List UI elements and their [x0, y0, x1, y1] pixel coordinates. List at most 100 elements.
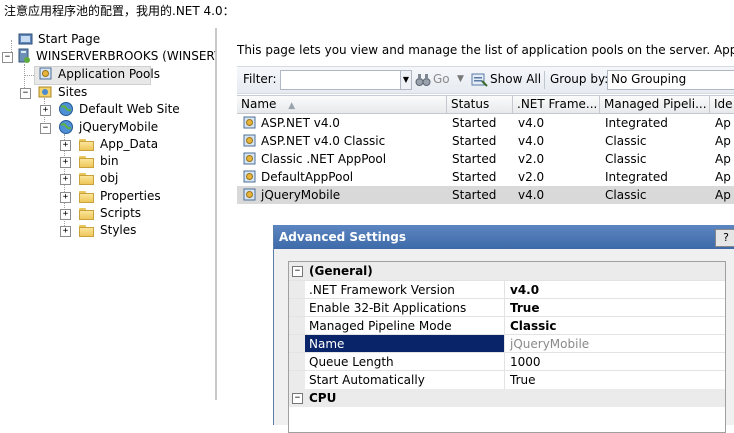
- tree-item-folder[interactable]: + bin: [0, 153, 215, 170]
- property-value[interactable]: True: [506, 371, 725, 389]
- property-row[interactable]: Enable 32-Bit Applications True: [289, 298, 725, 317]
- folder-icon: [79, 156, 95, 168]
- show-all-button[interactable]: Show All: [490, 72, 541, 86]
- pool-status: Started: [452, 188, 497, 202]
- property-category-cpu[interactable]: − CPU: [289, 389, 725, 407]
- pool-identity: Ap: [715, 188, 731, 202]
- folder-icon: [79, 191, 95, 203]
- tree-item-server[interactable]: − WINSERVERBROOKS (WINSERVER: [0, 48, 217, 65]
- pool-status: Started: [452, 116, 497, 130]
- application-pool-icon: [39, 67, 52, 80]
- expand-icon[interactable]: +: [60, 226, 71, 237]
- collapse-icon[interactable]: −: [2, 52, 13, 63]
- expand-icon[interactable]: +: [60, 157, 71, 168]
- property-name: .NET Framework Version: [305, 281, 505, 299]
- collapse-icon[interactable]: −: [20, 88, 31, 99]
- tree-item-label: Sites: [58, 85, 88, 99]
- toolbar-separator: [544, 71, 545, 89]
- property-row[interactable]: Queue Length 1000: [289, 352, 725, 371]
- property-name: Name: [305, 335, 505, 353]
- splitter[interactable]: [215, 28, 217, 400]
- binoculars-icon[interactable]: [415, 72, 431, 88]
- grid-header: Name ▲ Status .NET Frame... Managed Pipe…: [237, 96, 734, 114]
- property-value[interactable]: jQueryMobile: [506, 335, 725, 353]
- tree-item-jquerymobile[interactable]: − jQueryMobile: [0, 119, 215, 136]
- caption-text: 注意应用程序池的配置，我用的.NET 4.0：: [4, 4, 235, 18]
- property-value[interactable]: Classic: [506, 317, 725, 335]
- tree-item-folder[interactable]: + Scripts: [0, 205, 215, 222]
- tree-item-folder[interactable]: + Styles: [0, 222, 215, 239]
- collapse-icon[interactable]: −: [40, 123, 51, 134]
- server-icon: [18, 48, 30, 63]
- group-by-select[interactable]: No Grouping: [607, 70, 734, 90]
- page-description: This page lets you view and manage the l…: [237, 43, 734, 57]
- property-row-selected[interactable]: Name jQueryMobile: [289, 334, 725, 353]
- property-row[interactable]: .NET Framework Version v4.0: [289, 280, 725, 299]
- table-row-selected[interactable]: jQueryMobile Started v4.0 Classic Ap: [237, 186, 734, 204]
- table-row[interactable]: DefaultAppPool Started v2.0 Integrated A…: [237, 168, 734, 186]
- expand-icon[interactable]: +: [60, 174, 71, 185]
- pool-net-version: v2.0: [518, 170, 545, 184]
- property-value[interactable]: 1000: [506, 353, 725, 371]
- property-gutter: [289, 317, 305, 335]
- go-dropdown-icon[interactable]: ▼: [457, 74, 464, 84]
- expand-icon[interactable]: +: [60, 192, 71, 203]
- help-button[interactable]: ?: [715, 229, 734, 247]
- property-row[interactable]: Start Automatically True: [289, 370, 725, 389]
- pool-identity: Ap: [715, 134, 731, 148]
- folder-icon: [79, 173, 95, 185]
- property-value[interactable]: True: [506, 299, 725, 317]
- column-header-identity[interactable]: Ide: [710, 96, 734, 113]
- pool-net-version: v4.0: [518, 134, 545, 148]
- collapse-icon[interactable]: −: [292, 266, 303, 277]
- pool-name: jQueryMobile: [261, 188, 341, 202]
- show-all-icon: [471, 73, 488, 87]
- tree-item-folder[interactable]: + Properties: [0, 188, 215, 205]
- pool-pipeline: Integrated: [605, 116, 668, 130]
- tree-item-folder[interactable]: + obj: [0, 170, 215, 187]
- pool-pipeline: Classic: [605, 188, 647, 202]
- table-row[interactable]: Classic .NET AppPool Started v2.0 Classi…: [237, 150, 734, 168]
- property-value[interactable]: v4.0: [506, 281, 725, 299]
- go-button[interactable]: Go: [433, 72, 450, 86]
- application-pools-list: Name ▲ Status .NET Frame... Managed Pipe…: [237, 95, 734, 208]
- property-category-general[interactable]: − (General): [289, 262, 725, 280]
- advanced-settings-dialog: Advanced Settings ? − (General) .NET Fra…: [273, 225, 734, 433]
- group-by-value: No Grouping: [611, 72, 687, 86]
- property-grid: − (General) .NET Framework Version v4.0 …: [288, 261, 726, 433]
- tree-item-folder[interactable]: + App_Data: [0, 136, 215, 153]
- tree-item-application-pools[interactable]: Application Pools: [0, 66, 215, 83]
- connections-tree: Start Page − WINSERVERBROOKS (WINSERVER …: [0, 28, 217, 400]
- property-row[interactable]: Managed Pipeline Mode Classic: [289, 316, 725, 335]
- tree-item-label: Start Page: [38, 32, 101, 46]
- tree-item-start-page[interactable]: Start Page: [0, 31, 215, 48]
- property-gutter: [289, 299, 305, 317]
- expand-icon[interactable]: +: [60, 140, 71, 151]
- pool-status: Started: [452, 134, 497, 148]
- expand-icon[interactable]: +: [40, 105, 51, 116]
- dialog-title: Advanced Settings: [274, 225, 734, 249]
- property-gutter: [289, 335, 305, 353]
- pool-name: ASP.NET v4.0 Classic: [261, 134, 386, 148]
- column-header-net-framework[interactable]: .NET Frame...: [513, 96, 600, 113]
- tree-item-label: WINSERVERBROOKS (WINSERVER: [36, 49, 217, 63]
- column-header-label: Name: [241, 97, 277, 111]
- pool-status: Started: [452, 170, 497, 184]
- tree-item-label: jQueryMobile: [79, 120, 159, 134]
- column-header-name[interactable]: Name ▲: [237, 96, 447, 113]
- tree-item-default-web-site[interactable]: + Default Web Site: [0, 101, 215, 118]
- tree-item-sites[interactable]: − Sites: [0, 84, 215, 101]
- tree-item-label: Scripts: [100, 206, 142, 220]
- filter-dropdown-icon[interactable]: ▼: [400, 70, 412, 90]
- collapse-icon[interactable]: −: [292, 393, 303, 404]
- column-header-status[interactable]: Status: [447, 96, 513, 113]
- table-row[interactable]: ASP.NET v4.0 Classic Started v4.0 Classi…: [237, 132, 734, 150]
- filter-input[interactable]: [280, 70, 402, 90]
- table-row[interactable]: ASP.NET v4.0 Started v4.0 Integrated Ap: [237, 114, 734, 132]
- property-gutter: [289, 371, 305, 389]
- category-label: CPU: [309, 391, 337, 405]
- pool-name: Classic .NET AppPool: [261, 152, 387, 166]
- pool-identity: Ap: [715, 170, 731, 184]
- expand-icon[interactable]: +: [60, 209, 71, 220]
- column-header-managed-pipeline[interactable]: Managed Pipeli...: [600, 96, 710, 113]
